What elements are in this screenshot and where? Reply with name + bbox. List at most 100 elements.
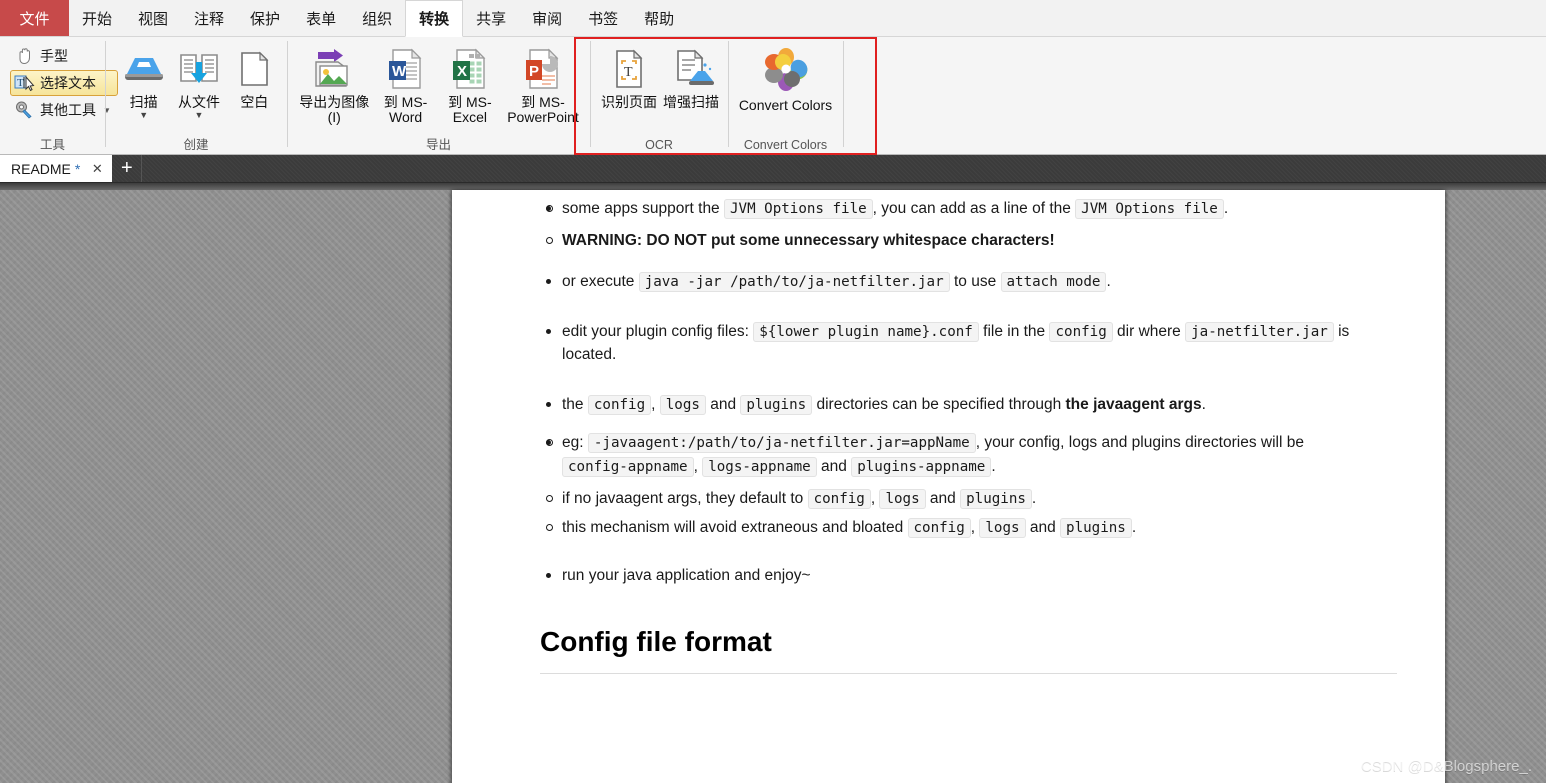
menu-item-0[interactable]: 开始 <box>69 0 125 36</box>
pdf-page-content: some apps support the JVM Options file, … <box>452 190 1445 674</box>
document-tab-title: README <box>11 160 71 177</box>
export-to-word-button[interactable]: W 到 MS-Word <box>373 43 437 126</box>
list-item: eg: -javaagent:/path/to/ja-netfilter.jar… <box>540 431 1397 478</box>
text-run: dir where <box>1112 322 1186 340</box>
tool-hand-label: 手型 <box>40 48 68 64</box>
convert-colors-label: Convert Colors <box>738 97 833 113</box>
text-run: eg: <box>562 434 588 452</box>
list-item: the config, logs and plugins directories… <box>540 393 1397 417</box>
menu-bar: 文件 开始 视图 注释 保护 表单 组织 转换 共享 审阅 书签 帮助 <box>0 0 1546 37</box>
export-to-image-button[interactable]: 导出为图像(I) <box>295 43 373 126</box>
enhance-scan-button[interactable]: 增强扫描 <box>660 43 722 111</box>
text-run: the <box>562 395 588 413</box>
other-tools-icon <box>14 100 36 120</box>
ribbon-group-tools-body: 手型 T 选择文本 其他工具 ▼ <box>0 37 118 135</box>
text-run: file in the <box>978 322 1050 340</box>
doc-list-top: some apps support the JVM Options file, … <box>540 197 1397 587</box>
text-run: . <box>1031 489 1037 507</box>
ms-word-icon: W <box>383 46 429 92</box>
inline-code: plugins-appname <box>851 456 992 477</box>
create-blank-button[interactable]: 空白 <box>228 43 281 111</box>
list-item: eg: -javaagent:/path/to/ja-netfilter.jar… <box>540 431 1397 539</box>
export-to-excel-button[interactable]: X 到 MS-Excel <box>438 43 502 126</box>
menu-item-5[interactable]: 组织 <box>349 0 405 36</box>
export-to-word-label: 到 MS-Word <box>383 94 428 125</box>
ribbon-group-export-body: 导出为图像(I) W 到 MS-Word X 到 MS-Excel P 到 MS… <box>287 37 590 135</box>
menu-item-label: 表单 <box>306 10 337 28</box>
close-icon[interactable]: ✕ <box>88 161 106 177</box>
svg-text:T: T <box>624 65 633 80</box>
list-item: if no javaagent args, they default to co… <box>540 487 1397 511</box>
menu-item-label: 视图 <box>138 10 169 28</box>
chevron-down-icon[interactable]: ▼ <box>139 111 148 120</box>
text-run: , your config, logs and plugins director… <box>975 434 1304 452</box>
menu-item-7[interactable]: 共享 <box>463 0 519 36</box>
text-run: . <box>1223 200 1229 217</box>
menu-item-label: 保护 <box>250 10 281 28</box>
tool-select-text[interactable]: T 选择文本 <box>10 70 118 96</box>
inline-code: config <box>1049 321 1113 342</box>
list-item: edit your plugin config files: ${lower p… <box>540 320 1397 367</box>
menu-item-label: 审阅 <box>532 10 563 28</box>
new-tab-button[interactable]: + <box>112 155 143 182</box>
export-to-powerpoint-label: 到 MS-PowerPoint <box>507 94 579 125</box>
menu-item-10[interactable]: 帮助 <box>631 0 687 36</box>
inline-code: logs-appname <box>702 456 817 477</box>
from-file-icon <box>176 46 222 92</box>
menu-item-9[interactable]: 书签 <box>575 0 631 36</box>
inline-code: logs <box>879 488 926 509</box>
list-item: this mechanism will avoid extraneous and… <box>540 516 1397 540</box>
tools-column: 手型 T 选择文本 其他工具 ▼ <box>6 43 118 123</box>
text-run: and <box>816 457 852 475</box>
export-to-powerpoint-button[interactable]: P 到 MS-PowerPoint <box>502 43 584 126</box>
menu-item-8[interactable]: 审阅 <box>519 0 575 36</box>
ribbon-group-convert-colors: Convert Colors Convert Colors <box>728 37 843 155</box>
document-viewport[interactable]: some apps support the JVM Options file, … <box>0 183 1546 783</box>
export-to-image-label: 导出为图像(I) <box>299 94 370 125</box>
text-run: and <box>705 395 741 413</box>
menu-item-2[interactable]: 注释 <box>181 0 237 36</box>
text-run: directories can be specified through <box>812 395 1066 413</box>
svg-text:W: W <box>392 63 407 80</box>
ribbon-group-ocr-body: T 识别页面 增强扫描 <box>590 37 728 135</box>
doc-sublist-2: eg: -javaagent:/path/to/ja-netfilter.jar… <box>540 431 1397 539</box>
bold-text: the javaagent args <box>1065 395 1202 413</box>
scanner-icon <box>121 46 167 92</box>
create-scan-button[interactable]: 扫描 ▼ <box>117 43 170 121</box>
convert-colors-button[interactable]: Convert Colors <box>734 41 837 114</box>
enhance-scan-icon <box>668 46 714 92</box>
menu-item-file[interactable]: 文件 <box>0 0 69 36</box>
menu-item-label: 开始 <box>82 10 113 28</box>
color-wheel-icon <box>758 44 814 94</box>
text-run: and <box>925 489 961 507</box>
menu-item-6[interactable]: 转换 <box>405 0 464 37</box>
ocr-recognize-page-button[interactable]: T 识别页面 <box>598 43 660 111</box>
inline-code: plugins <box>960 488 1032 509</box>
text-run: this mechanism will avoid extraneous and… <box>562 519 908 537</box>
inline-code: plugins <box>1060 518 1132 539</box>
inline-code: -javaagent:/path/to/ja-netfilter.jar=app… <box>587 433 976 454</box>
tool-select-text-label: 选择文本 <box>40 75 96 91</box>
list-item: some apps support the JVM Options file, … <box>540 197 1397 252</box>
tool-hand[interactable]: 手型 <box>10 43 118 69</box>
menu-item-label: 共享 <box>476 10 507 28</box>
document-tab-strip: README * ✕ + <box>0 155 1546 183</box>
menu-item-label: 组织 <box>362 10 393 28</box>
menu-item-1[interactable]: 视图 <box>125 0 181 36</box>
create-scan-label: 扫描 <box>129 94 158 110</box>
text-run: . <box>1131 519 1137 537</box>
text-run: run your java application and enjoy~ <box>562 566 811 584</box>
tool-other-tools[interactable]: 其他工具 ▼ <box>10 97 118 123</box>
menu-item-3[interactable]: 保护 <box>237 0 293 36</box>
doc-heading-config-file-format: Config file format <box>540 621 1397 674</box>
svg-text:T: T <box>17 77 24 89</box>
svg-text:X: X <box>457 63 467 80</box>
inline-code: java -jar /path/to/ja-netfilter.jar <box>638 272 950 293</box>
text-run: , <box>693 457 703 475</box>
ribbon-group-create-body: 扫描 ▼ 从文件 ▼ 空白 <box>105 37 287 135</box>
create-from-file-button[interactable]: 从文件 ▼ <box>172 43 225 121</box>
tool-other-tools-label: 其他工具 <box>40 102 96 118</box>
menu-item-4[interactable]: 表单 <box>293 0 349 36</box>
chevron-down-icon[interactable]: ▼ <box>195 111 204 120</box>
document-tab-readme[interactable]: README * ✕ <box>0 155 113 182</box>
